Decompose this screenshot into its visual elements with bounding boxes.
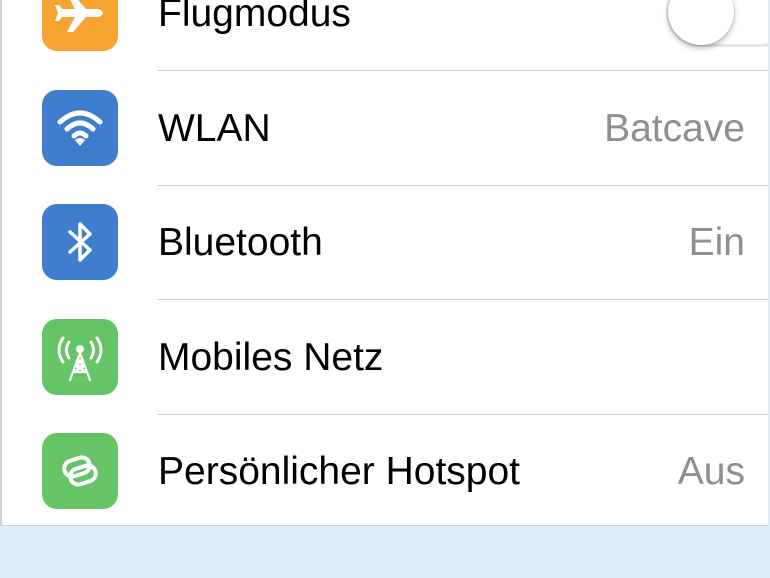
settings-row-personal-hotspot[interactable]: Persönlicher Hotspot Aus [2,415,768,525]
bluetooth-status-value: Ein [688,221,745,264]
settings-row-mobile-network[interactable]: Mobiles Netz [2,301,768,415]
wlan-network-value: Batcave [604,107,745,150]
row-divider [158,299,768,300]
airplane-icon [42,0,118,51]
settings-row-label: WLAN [158,107,271,150]
settings-row-airplane-mode[interactable]: Flugmodus [2,0,768,71]
settings-list: Flugmodus WLAN Batcave Bluetooth Ein Mob… [0,0,768,526]
hotspot-status-value: Aus [677,450,745,493]
toggle-knob[interactable] [668,0,734,45]
settings-row-wlan[interactable]: WLAN Batcave [2,72,768,186]
cellular-antenna-icon [42,319,118,395]
settings-row-label: Persönlicher Hotspot [158,450,521,493]
settings-row-bluetooth[interactable]: Bluetooth Ein [2,186,768,300]
row-divider [158,70,768,71]
airplane-mode-toggle[interactable] [666,0,768,47]
settings-row-label: Flugmodus [158,0,351,35]
settings-row-label: Mobiles Netz [158,336,384,379]
bluetooth-icon [42,204,118,280]
settings-row-label: Bluetooth [158,221,323,264]
hotspot-icon [42,433,118,509]
wifi-icon [42,90,118,166]
